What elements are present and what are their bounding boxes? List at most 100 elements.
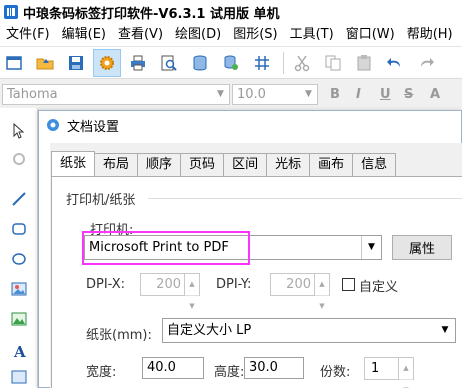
copy-button[interactable]	[319, 49, 347, 77]
spin-down-icon[interactable]: ▼	[185, 296, 199, 317]
select-tool-button[interactable]	[8, 120, 30, 142]
custom-dpi-checkbox[interactable]	[342, 278, 355, 291]
paper-size-select[interactable]: 自定义大小 LP ▼	[162, 318, 456, 343]
settings-tabs: 纸张 布局 顺序 页码 区间 光标 画布 信息	[51, 151, 397, 177]
print-button[interactable]	[124, 49, 152, 77]
database-settings-button[interactable]	[217, 49, 245, 77]
dpi-y-stepper[interactable]: 200 ▲ ▼	[270, 273, 330, 310]
font-color-button[interactable]: A	[430, 87, 440, 102]
printer-properties-button[interactable]: 属性	[392, 235, 452, 260]
menu-edit[interactable]: 编辑(E)	[56, 24, 112, 46]
copies-stepper[interactable]: 1 ▲▼	[364, 357, 414, 388]
paste-button[interactable]	[350, 49, 378, 77]
tab-order[interactable]: 顺序	[138, 153, 182, 177]
settings-dialog-icon	[47, 119, 59, 131]
rounded-rectangle-icon	[12, 223, 26, 235]
line-tool-button[interactable]	[8, 188, 30, 210]
tab-info[interactable]: 信息	[353, 153, 397, 177]
menu-window[interactable]: 窗口(W)	[340, 24, 401, 46]
toolbar-separator	[283, 51, 284, 74]
barcode-tool-button[interactable]	[8, 366, 30, 388]
text-tool-button[interactable]: A	[8, 340, 30, 362]
document-settings-button[interactable]	[93, 48, 121, 77]
dialog-title: 文档设置	[67, 119, 120, 135]
print-preview-button[interactable]	[155, 49, 183, 77]
tab-paper[interactable]: 纸张	[51, 151, 96, 177]
spin-up-icon[interactable]: ▲	[185, 274, 199, 296]
tab-canvas[interactable]: 画布	[310, 153, 354, 177]
title-bar: 中琅条码标签打印软件-V6.3.1 试用版 单机	[0, 0, 462, 24]
pointer-icon	[13, 123, 25, 139]
picture-tool-button[interactable]	[8, 308, 30, 330]
menu-view[interactable]: 查看(V)	[112, 24, 169, 46]
undo-icon	[387, 57, 400, 67]
width-label: 宽度:	[86, 365, 117, 380]
print-preview-icon	[161, 55, 177, 71]
copy-icon	[325, 55, 341, 70]
save-button[interactable]	[62, 49, 90, 77]
line-icon	[12, 192, 26, 206]
strikethrough-button[interactable]: S	[404, 87, 413, 102]
font-toolbar: Tahoma ▼ 10.0 ▼ B I U S A	[0, 78, 462, 108]
group-divider	[148, 198, 462, 199]
paste-icon	[357, 54, 371, 70]
save-icon	[69, 55, 83, 70]
picture-icon	[11, 312, 27, 326]
document-settings-dialog: 文档设置 纸张 布局 顺序 页码 区间 光标 画布 信息 打印机/纸张 打印机:…	[38, 110, 462, 388]
italic-button[interactable]: I	[356, 87, 361, 102]
window-title: 中琅条码标签打印软件-V6.3.1 试用版 单机	[23, 6, 280, 22]
spin-up-icon[interactable]: ▲	[315, 274, 329, 296]
font-family-select[interactable]: Tahoma ▼	[2, 84, 230, 105]
tab-range[interactable]: 区间	[224, 153, 268, 177]
ellipse-tool-button[interactable]	[8, 248, 30, 270]
height-input[interactable]: 30.0	[244, 357, 304, 379]
tab-cursor[interactable]: 光标	[267, 153, 311, 177]
dpi-x-label: DPI-X:	[86, 277, 126, 292]
dpi-y-value: 200	[286, 277, 311, 292]
spin-up-icon[interactable]: ▲	[399, 358, 413, 380]
ellipse-icon	[12, 253, 26, 265]
text-icon: A	[13, 343, 26, 359]
chevron-down-icon: ▼	[217, 89, 224, 99]
menu-shape[interactable]: 图形(S)	[227, 24, 283, 46]
left-tool-palette: A	[0, 108, 38, 388]
open-button[interactable]	[31, 49, 59, 77]
menu-help[interactable]: 帮助(H)	[401, 24, 459, 46]
chevron-down-icon: ▼	[361, 236, 381, 259]
database-icon	[193, 55, 207, 71]
menu-file[interactable]: 文件(F)	[0, 24, 56, 46]
copies-label: 份数:	[320, 365, 351, 380]
bold-button[interactable]: B	[330, 87, 340, 102]
menu-tools[interactable]: 工具(T)	[284, 24, 340, 46]
chevron-down-icon: ▼	[305, 89, 312, 99]
undo-button[interactable]	[381, 49, 409, 77]
tab-page-number[interactable]: 页码	[181, 153, 225, 177]
underline-button[interactable]: U	[380, 87, 391, 102]
cut-button[interactable]	[288, 49, 316, 77]
menu-draw[interactable]: 绘图(D)	[169, 24, 227, 46]
database-gear-icon	[224, 55, 238, 70]
printer-icon	[131, 55, 145, 70]
tab-layout[interactable]: 布局	[95, 153, 139, 177]
rotate-tool-button[interactable]	[8, 148, 30, 170]
font-size-select[interactable]: 10.0 ▼	[232, 84, 318, 105]
folder-open-icon	[36, 58, 54, 69]
gear-icon	[100, 55, 114, 70]
width-input[interactable]: 40.0	[142, 357, 204, 379]
rectangle-tool-button[interactable]	[8, 218, 30, 240]
spin-down-icon[interactable]: ▼	[315, 296, 329, 317]
redo-button[interactable]	[412, 49, 440, 77]
image-tool-button[interactable]	[8, 278, 30, 300]
printer-highlight-box	[82, 231, 250, 265]
database-button[interactable]	[186, 49, 214, 77]
grid-button[interactable]	[248, 49, 276, 77]
font-family-value: Tahoma	[7, 87, 58, 102]
new-document-button[interactable]	[0, 49, 28, 77]
font-size-value: 10.0	[237, 87, 266, 102]
chevron-down-icon: ▼	[441, 325, 449, 335]
dpi-x-stepper[interactable]: 200 ▲ ▼	[140, 273, 200, 310]
copies-value: 1	[371, 361, 380, 376]
spin-down-icon[interactable]: ▼	[399, 380, 413, 388]
new-document-icon	[6, 55, 22, 70]
barcode-icon	[11, 370, 27, 384]
